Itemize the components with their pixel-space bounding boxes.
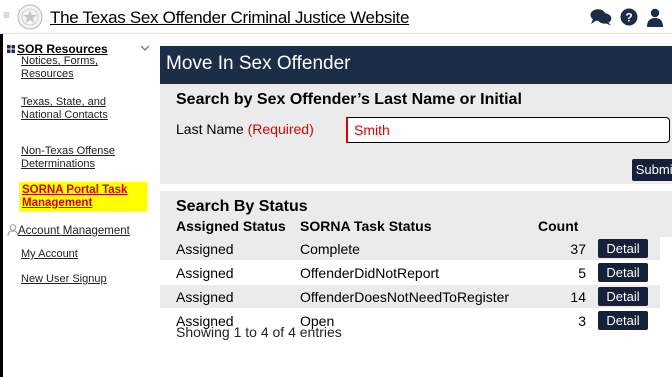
sidebar-section-label: Account Management — [18, 225, 130, 237]
count-cell: 14 — [570, 289, 586, 305]
svg-text:?: ? — [625, 11, 632, 25]
table-row: Assigned Complete 37 Detail — [160, 237, 660, 260]
count-cell: 3 — [578, 313, 586, 329]
detail-button[interactable]: Detail — [598, 311, 648, 330]
sidebar-item-notices-forms[interactable]: Notices, Forms, Resources — [21, 55, 139, 81]
last-name-label-text: Last Name — [176, 121, 244, 137]
sidebar: SOR Resources Notices, Forms, Resources … — [3, 34, 160, 377]
grid-icon — [7, 45, 15, 53]
chevron-down-icon[interactable] — [139, 42, 151, 54]
last-name-input[interactable] — [346, 117, 670, 143]
sidebar-item-contacts[interactable]: Texas, State, and National Contacts — [21, 96, 139, 122]
sidebar-item-non-texas-offense[interactable]: Non-Texas Offense Determinations — [21, 145, 139, 171]
chat-icon[interactable] — [590, 8, 612, 26]
table-row: Assigned OffenderDoesNotNeedToRegister 1… — [160, 285, 660, 308]
table-info: Showing 1 to 4 of 4 entries — [176, 324, 342, 340]
column-header-count[interactable]: Count — [538, 218, 578, 234]
submit-button[interactable]: Submit — [632, 159, 672, 181]
detail-button[interactable]: Detail — [598, 287, 648, 306]
assigned-status-cell: Assigned — [176, 265, 234, 281]
header-actions: ? — [590, 7, 664, 27]
sidebar-item-new-user-signup[interactable]: New User Signup — [21, 273, 139, 286]
detail-button[interactable]: Detail — [598, 239, 648, 258]
last-name-label: Last Name (Required) — [176, 121, 314, 137]
count-cell: 5 — [578, 265, 586, 281]
help-icon[interactable]: ? — [620, 8, 638, 26]
page-title: Move In Sex Offender — [166, 53, 351, 74]
menu-icon[interactable]: ≡ — [3, 9, 11, 21]
sidebar-item-my-account[interactable]: My Account — [21, 248, 139, 261]
user-icon[interactable] — [646, 8, 664, 27]
required-indicator: (Required) — [247, 121, 314, 137]
column-header-sorna-task-status[interactable]: SORNA Task Status — [300, 218, 431, 234]
sidebar-section-label: SOR Resources — [17, 42, 108, 56]
table-row: Assigned OffenderDidNotReport 5 Detail — [160, 261, 660, 284]
search-heading: Search by Sex Offender’s Last Name or In… — [176, 91, 522, 108]
sidebar-item-sorna-portal-task-management[interactable]: SORNA Portal Task Management — [19, 182, 147, 212]
status-heading: Search By Status — [176, 198, 308, 215]
site-title-link[interactable]: The Texas Sex Offender Criminal Justice … — [50, 8, 409, 28]
texas-seal-icon — [17, 4, 43, 30]
status-panel: Search By Status Assigned Status SORNA T… — [160, 191, 672, 377]
task-status-cell: OffenderDidNotReport — [300, 265, 440, 281]
detail-button[interactable]: Detail — [598, 263, 648, 282]
page-title-bar: Move In Sex Offender — [160, 46, 672, 84]
assigned-status-cell: Assigned — [176, 241, 234, 257]
column-header-assigned-status[interactable]: Assigned Status — [176, 218, 286, 234]
search-panel: Search by Sex Offender’s Last Name or In… — [160, 84, 672, 184]
sidebar-section-account-management[interactable]: Account Management — [7, 224, 163, 240]
task-status-cell: OffenderDoesNotNeedToRegister — [300, 289, 510, 305]
task-status-cell: Complete — [300, 241, 360, 257]
assigned-status-cell: Assigned — [176, 289, 234, 305]
count-cell: 37 — [570, 241, 586, 257]
site-header: ≡ The Texas Sex Offender Criminal Justic… — [0, 0, 672, 34]
